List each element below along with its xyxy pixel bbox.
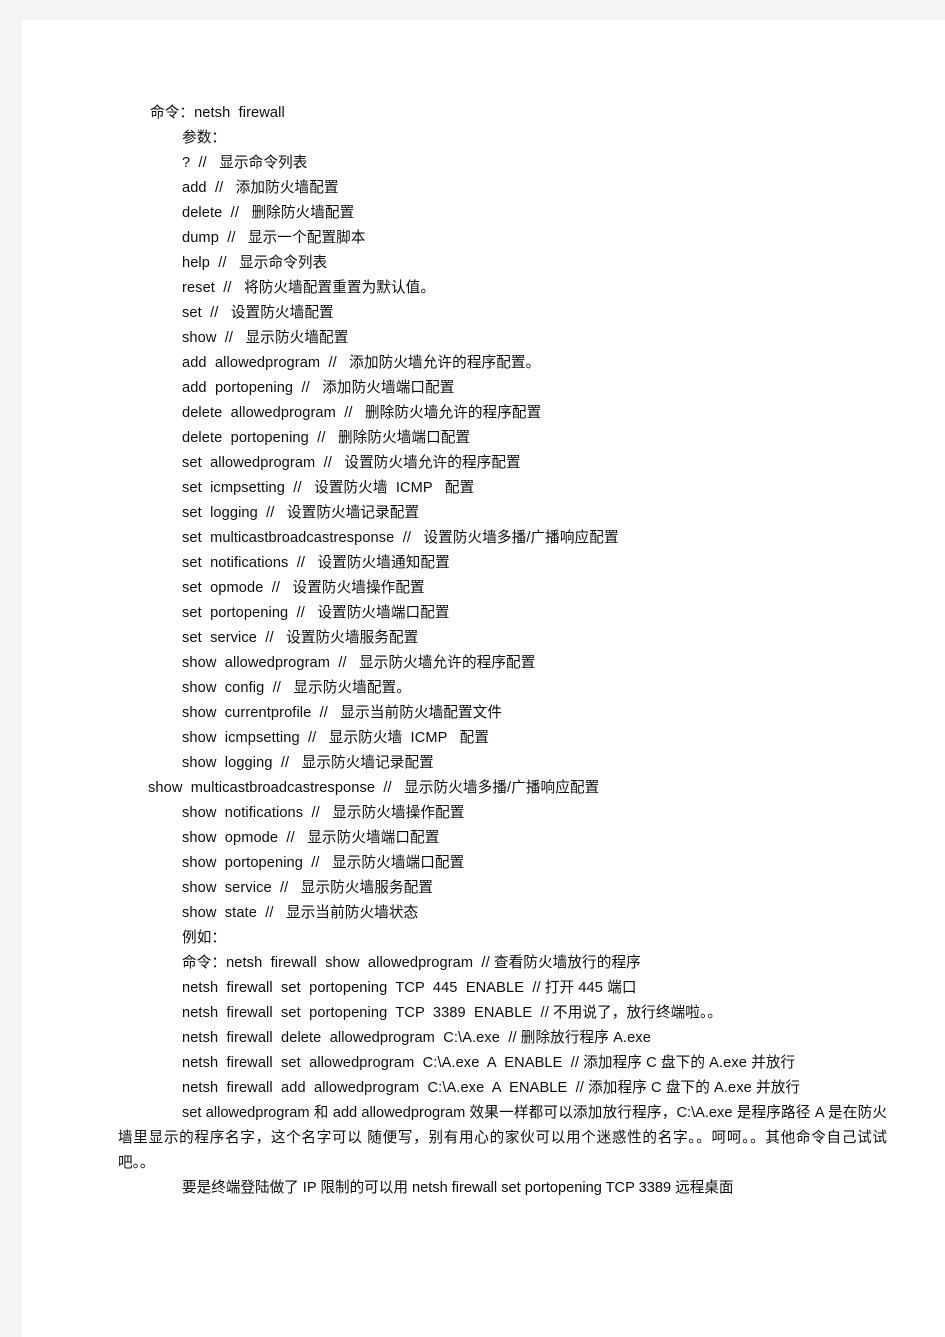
param-line: show portopening // 显示防火墙端口配置 xyxy=(182,855,465,871)
param-line: ? // 显示命令列表 xyxy=(182,155,308,171)
param-line: show opmode // 显示防火墙端口配置 xyxy=(182,830,440,846)
param-line: set opmode // 设置防火墙操作配置 xyxy=(182,580,425,596)
param-line: set icmpsetting // 设置防火墙 ICMP 配置 xyxy=(182,480,475,496)
note-paragraph: set allowedprogram 和 add allowedprogram … xyxy=(118,1105,887,1171)
param-line: show state // 显示当前防火墙状态 xyxy=(182,905,419,921)
example-line: netsh firewall set portopening TCP 445 E… xyxy=(182,980,637,996)
document-page: 命令：netsh firewall 参数： ? // 显示命令列表 add //… xyxy=(22,20,945,1337)
parameters-label: 参数： xyxy=(182,130,227,146)
param-line: delete portopening // 删除防火墙端口配置 xyxy=(182,430,471,446)
param-line: set allowedprogram // 设置防火墙允许的程序配置 xyxy=(182,455,521,471)
example-line: 命令：netsh firewall show allowedprogram //… xyxy=(182,955,641,971)
param-line: set portopening // 设置防火墙端口配置 xyxy=(182,605,450,621)
closing-paragraph: 要是终端登陆做了 IP 限制的可以用 netsh firewall set po… xyxy=(182,1180,734,1196)
param-line: show notifications // 显示防火墙操作配置 xyxy=(182,805,465,821)
param-line-outdented: show multicastbroadcastresponse // 显示防火墙… xyxy=(148,780,600,796)
param-line: delete // 删除防火墙配置 xyxy=(182,205,355,221)
param-line: reset // 将防火墙配置重置为默认值。 xyxy=(182,280,436,296)
param-line: show icmpsetting // 显示防火墙 ICMP 配置 xyxy=(182,730,490,746)
param-line: show allowedprogram // 显示防火墙允许的程序配置 xyxy=(182,655,536,671)
param-line: show // 显示防火墙配置 xyxy=(182,330,349,346)
param-line: show currentprofile // 显示当前防火墙配置文件 xyxy=(182,705,503,721)
command-header-line: 命令：netsh firewall xyxy=(150,105,285,121)
examples-label: 例如： xyxy=(182,930,227,946)
document-text-body: 命令：netsh firewall 参数： ? // 显示命令列表 add //… xyxy=(22,20,945,1201)
param-line: delete allowedprogram // 删除防火墙允许的程序配置 xyxy=(182,405,542,421)
top-margin-spacer xyxy=(22,20,945,101)
param-line: help // 显示命令列表 xyxy=(182,255,328,271)
example-line: netsh firewall delete allowedprogram C:\… xyxy=(182,1030,651,1046)
param-line: add // 添加防火墙配置 xyxy=(182,180,339,196)
example-line: netsh firewall set portopening TCP 3389 … xyxy=(182,1005,723,1021)
param-line: add portopening // 添加防火墙端口配置 xyxy=(182,380,455,396)
param-line: show config // 显示防火墙配置。 xyxy=(182,680,411,696)
param-line: set service // 设置防火墙服务配置 xyxy=(182,630,419,646)
param-line: set notifications // 设置防火墙通知配置 xyxy=(182,555,450,571)
param-line: set logging // 设置防火墙记录配置 xyxy=(182,505,420,521)
param-line: show logging // 显示防火墙记录配置 xyxy=(182,755,434,771)
param-line: show service // 显示防火墙服务配置 xyxy=(182,880,434,896)
param-line: dump // 显示一个配置脚本 xyxy=(182,230,366,246)
param-line: set // 设置防火墙配置 xyxy=(182,305,334,321)
example-line: netsh firewall add allowedprogram C:\A.e… xyxy=(182,1080,801,1096)
param-line: set multicastbroadcastresponse // 设置防火墙多… xyxy=(182,530,619,546)
example-line: netsh firewall set allowedprogram C:\A.e… xyxy=(182,1055,796,1071)
param-line: add allowedprogram // 添加防火墙允许的程序配置。 xyxy=(182,355,541,371)
